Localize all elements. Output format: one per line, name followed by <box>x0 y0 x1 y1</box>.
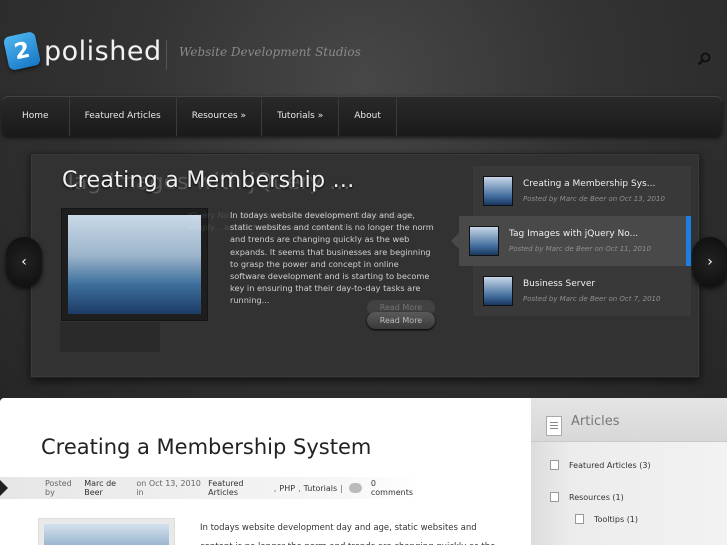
nav-item-resources[interactable]: Resources » <box>177 96 263 136</box>
post-thumbnail[interactable] <box>38 518 175 545</box>
sidebar-item-resources[interactable]: Resources (1) <box>550 492 624 502</box>
header-divider <box>166 40 167 70</box>
category-link[interactable]: Featured Articles <box>208 479 271 497</box>
read-more-button[interactable]: Read More <box>367 312 435 329</box>
chevron-right-icon: › <box>707 254 713 270</box>
category-link[interactable]: Tutorials <box>304 484 338 493</box>
meta-arrow-icon <box>0 480 8 496</box>
nav-item-home[interactable]: Home <box>2 96 70 136</box>
post-title[interactable]: Creating a Membership System <box>41 435 371 459</box>
post-excerpt: In todays website development day and ag… <box>200 523 495 545</box>
folder-icon <box>575 514 584 524</box>
thumb-title: Creating a Membership Sys... <box>523 179 656 189</box>
thumb-meta: Posted by Marc de Beer on Oct 11, 2010 <box>509 245 651 253</box>
thumb-image <box>483 176 513 206</box>
sidebar-item-featured-articles[interactable]: Featured Articles (3) <box>550 460 651 470</box>
meta-prefix: Posted by <box>45 479 72 497</box>
sidebar-title: Articles <box>571 414 620 429</box>
slide-title[interactable]: Creating a Membership ... <box>62 168 355 193</box>
sidebar-item-label: Featured Articles (3) <box>569 460 651 470</box>
logo-text: polished <box>44 35 162 67</box>
slide-excerpt: In todays website development day and ag… <box>230 210 434 306</box>
thumb-meta: Posted by Marc de Beer on Oct 7, 2010 <box>523 295 661 303</box>
slider-thumb-active[interactable]: Tag Images with jQuery No... Posted by M… <box>451 216 691 266</box>
nav-item-tutorials[interactable]: Tutorials » <box>262 96 340 136</box>
comments-link[interactable]: 0 comments <box>371 479 417 497</box>
slider-thumb[interactable]: Business Server Posted by Marc de Beer o… <box>473 266 691 316</box>
sidebar-item-label: Tooltips (1) <box>594 514 639 524</box>
logo-mark: 2 <box>2 31 42 71</box>
category-link[interactable]: PHP <box>279 484 295 493</box>
site-logo[interactable]: 2 polished <box>2 31 162 71</box>
main-nav: Home Featured Articles Resources » Tutor… <box>2 96 722 136</box>
thumb-image <box>483 276 513 306</box>
folder-icon <box>550 492 559 502</box>
search-icon[interactable] <box>697 52 711 66</box>
slider-next-button[interactable]: › <box>692 237 727 287</box>
sidebar-item-label: Resources (1) <box>569 492 624 502</box>
slide-image[interactable] <box>61 208 208 321</box>
thumb-meta: Posted by Marc de Beer on Oct 13, 2010 <box>523 195 665 203</box>
slider-prev-button[interactable]: ‹ <box>6 237 42 287</box>
post-date: on Oct 13, 2010 in <box>136 479 201 497</box>
post-author-link[interactable]: Marc de Beer <box>84 479 133 497</box>
document-icon <box>546 416 562 436</box>
thumb-title: Business Server <box>523 279 596 289</box>
thumb-image <box>469 226 499 256</box>
nav-item-featured-articles[interactable]: Featured Articles <box>70 96 177 136</box>
folder-icon <box>550 460 559 470</box>
comment-icon <box>348 483 362 493</box>
sidebar-item-tooltips[interactable]: Tooltips (1) <box>575 514 638 524</box>
thumb-title: Tag Images with jQuery No... <box>509 229 639 239</box>
chevron-left-icon: ‹ <box>21 254 27 270</box>
slide-image-shadow <box>60 322 160 352</box>
slider-thumb[interactable]: Creating a Membership Sys... Posted by M… <box>473 166 691 216</box>
nav-item-about[interactable]: About <box>339 96 397 136</box>
post-meta: Posted by Marc de Beer on Oct 13, 2010 i… <box>0 477 420 499</box>
site-tagline: Website Development Studios <box>179 45 361 59</box>
